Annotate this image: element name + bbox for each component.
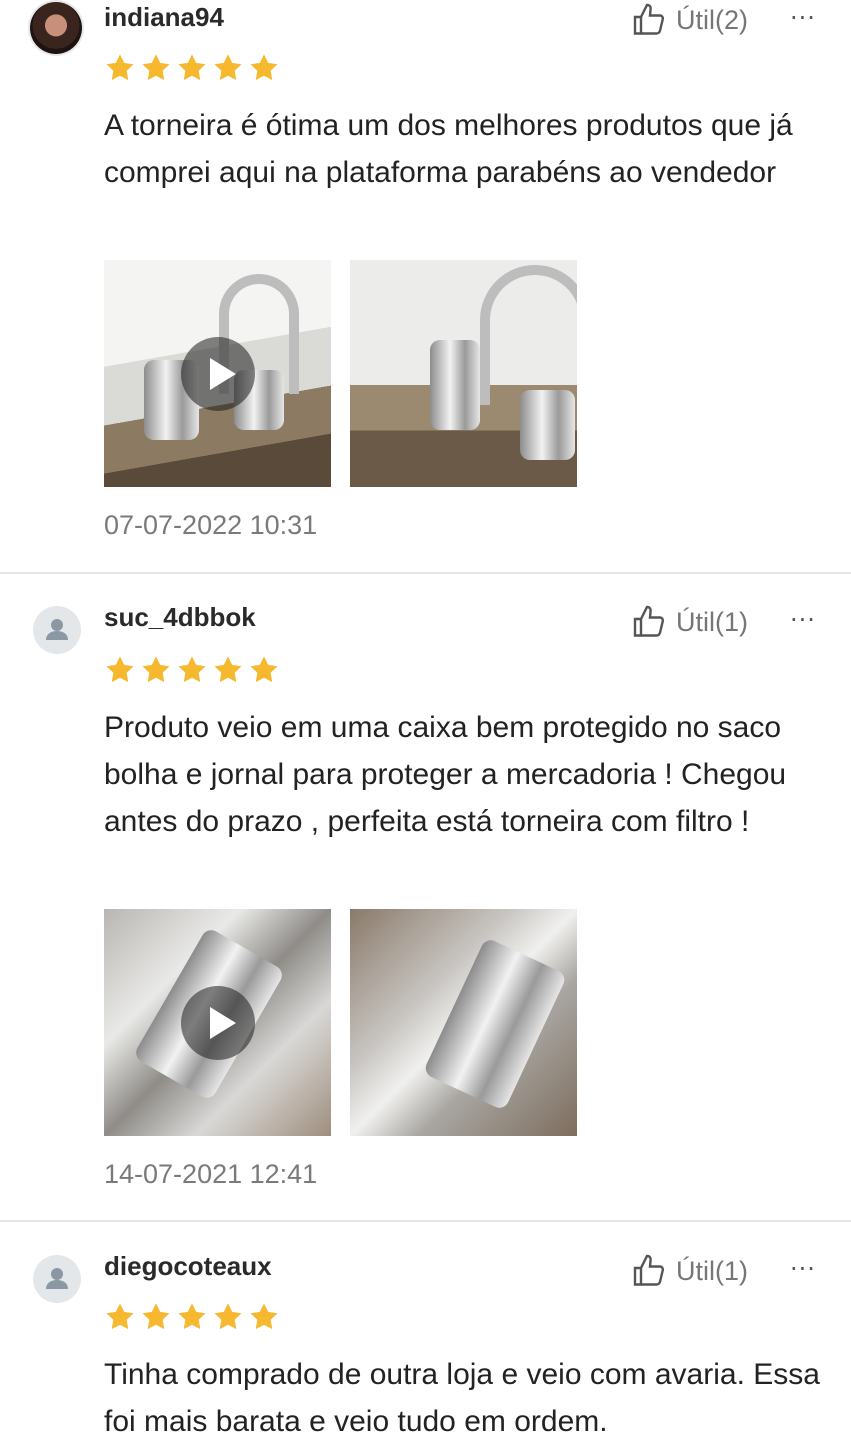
- thumbs-up-icon: [633, 3, 665, 35]
- star-icon: [142, 656, 170, 683]
- star-icon: [214, 54, 242, 81]
- star-icon: [250, 656, 278, 683]
- helpful-label: Útil(1): [676, 1255, 748, 1286]
- star-icon: [250, 54, 278, 81]
- review-text: Tinha comprado de outra loja e veio com …: [104, 1358, 820, 1438]
- star-icon: [214, 1303, 242, 1330]
- helpful-label: Útil(2): [676, 4, 748, 35]
- review-item: diegocoteaux Útil(1) ··· Tinha comprado …: [0, 1251, 851, 1447]
- star-icon: [106, 656, 134, 683]
- play-icon[interactable]: [180, 336, 255, 411]
- username[interactable]: diegocoteaux: [104, 1251, 272, 1282]
- review-image-thumbnail[interactable]: [350, 260, 577, 487]
- review-video-thumbnail[interactable]: [104, 909, 331, 1136]
- divider: [0, 1220, 851, 1222]
- star-icon: [250, 1303, 278, 1330]
- star-rating: [104, 654, 280, 686]
- helpful-button[interactable]: Útil(1): [632, 1253, 748, 1289]
- thumbs-up-icon: [633, 605, 665, 637]
- star-icon: [106, 54, 134, 81]
- star-icon: [142, 1303, 170, 1330]
- user-icon: [46, 619, 68, 640]
- username[interactable]: indiana94: [104, 2, 224, 33]
- review-item: indiana94 Útil(2) ··· A torneira é ótima…: [0, 0, 851, 572]
- more-icon[interactable]: ···: [790, 1255, 816, 1283]
- star-icon: [214, 656, 242, 683]
- helpful-button[interactable]: Útil(2): [632, 2, 748, 38]
- review-date: 07-07-2022 10:31: [104, 510, 318, 540]
- star-icon: [142, 54, 170, 81]
- review-item: suc_4dbbok Útil(1) ··· Produto veio em u…: [0, 602, 851, 1220]
- more-icon[interactable]: ···: [790, 4, 816, 32]
- thumbs-up-icon: [633, 1254, 665, 1286]
- user-icon: [46, 1268, 68, 1289]
- star-icon: [106, 1303, 134, 1330]
- divider: [0, 572, 851, 574]
- review-text: Produto veio em uma caixa bem protegido …: [104, 711, 787, 838]
- helpful-label: Útil(1): [676, 606, 748, 637]
- review-date: 14-07-2021 12:41: [104, 1159, 318, 1189]
- star-rating: [104, 52, 280, 84]
- helpful-button[interactable]: Útil(1): [632, 604, 748, 640]
- review-media: [104, 260, 577, 487]
- star-icon: [178, 1303, 206, 1330]
- user-avatar[interactable]: [30, 2, 82, 54]
- review-video-thumbnail[interactable]: [104, 260, 331, 487]
- user-avatar[interactable]: [33, 1255, 81, 1303]
- more-icon[interactable]: ···: [790, 606, 816, 634]
- user-avatar[interactable]: [33, 606, 81, 654]
- star-rating: [104, 1301, 280, 1333]
- review-text: A torneira é ótima um dos melhores produ…: [104, 109, 793, 189]
- play-icon[interactable]: [180, 985, 255, 1060]
- star-icon: [178, 656, 206, 683]
- review-media: [104, 909, 577, 1136]
- review-image-thumbnail[interactable]: [350, 909, 577, 1136]
- username[interactable]: suc_4dbbok: [104, 602, 256, 633]
- star-icon: [178, 54, 206, 81]
